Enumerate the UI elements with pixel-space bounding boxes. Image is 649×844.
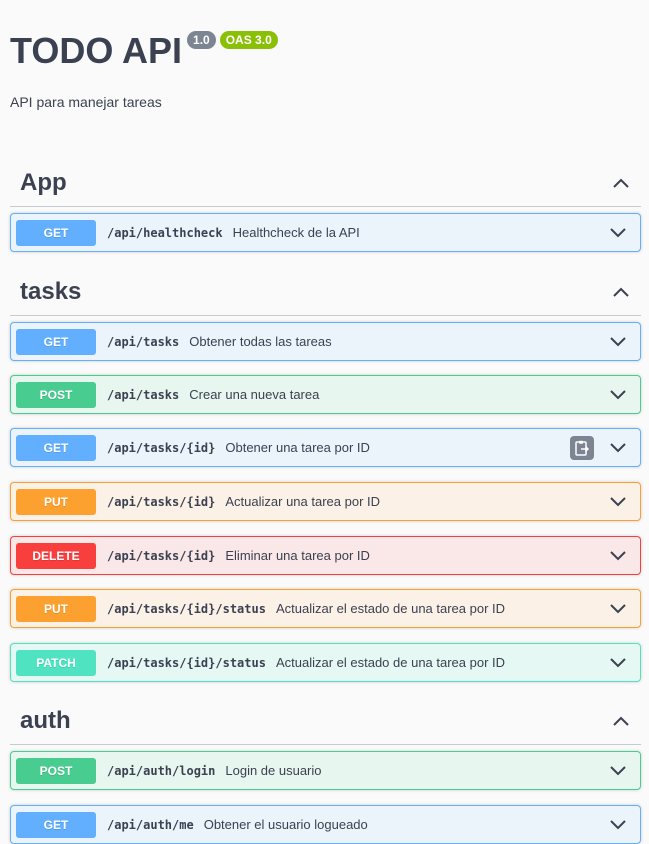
method-badge: POST xyxy=(16,381,96,408)
operation-summary: Login de usuario xyxy=(225,763,322,778)
chevron-down-icon[interactable] xyxy=(608,546,628,566)
operation-post-auth-login[interactable]: POST /api/auth/login Login de usuario xyxy=(10,751,641,790)
operation-path: /api/tasks/{id}/status xyxy=(107,655,266,670)
tag-section-app: App GET /api/healthcheck Healthcheck de … xyxy=(10,159,641,252)
copy-to-clipboard-icon[interactable] xyxy=(570,435,594,460)
version-badge: 1.0 xyxy=(187,31,216,49)
tag-header-app[interactable]: App xyxy=(10,159,641,207)
chevron-down-icon[interactable] xyxy=(608,653,628,673)
operation-path: /api/tasks/{id}/status xyxy=(107,601,266,616)
chevron-down-icon[interactable] xyxy=(608,599,628,619)
api-description: API para manejar tareas xyxy=(10,94,162,110)
operation-get-task-by-id[interactable]: GET /api/tasks/{id} Obtener una tarea po… xyxy=(10,428,641,467)
operation-put-task-by-id[interactable]: PUT /api/tasks/{id} Actualizar una tarea… xyxy=(10,482,641,521)
chevron-down-icon[interactable] xyxy=(608,385,628,405)
method-badge: PUT xyxy=(16,595,96,622)
chevron-up-icon[interactable] xyxy=(611,173,631,193)
operation-path: /api/auth/login xyxy=(107,763,216,778)
oas-version-badge: OAS 3.0 xyxy=(219,31,278,49)
method-badge: GET xyxy=(16,811,96,838)
operation-path: /api/tasks/{id} xyxy=(107,548,216,563)
operation-summary: Obtener una tarea por ID xyxy=(225,440,370,455)
tag-title: App xyxy=(20,168,67,196)
chevron-down-icon[interactable] xyxy=(608,492,628,512)
operation-path: /api/tasks/{id} xyxy=(107,440,216,455)
method-badge: PUT xyxy=(16,488,96,515)
operation-path: /api/tasks xyxy=(107,387,180,402)
operation-summary: Obtener el usuario logueado xyxy=(203,817,368,832)
operation-summary: Actualizar una tarea por ID xyxy=(225,494,381,509)
chevron-down-icon[interactable] xyxy=(608,223,628,243)
method-badge: DELETE xyxy=(16,542,96,569)
operation-summary: Actualizar el estado de una tarea por ID xyxy=(275,601,506,616)
operation-path: /api/tasks/{id} xyxy=(107,494,216,509)
api-info: TODO API 1.0 OAS 3.0 API para manejar ta… xyxy=(0,0,649,110)
method-badge: POST xyxy=(16,757,96,784)
chevron-down-icon[interactable] xyxy=(608,815,628,835)
operation-post-tasks[interactable]: POST /api/tasks Crear una nueva tarea xyxy=(10,375,641,414)
tag-title: auth xyxy=(20,706,71,734)
method-badge: GET xyxy=(16,434,96,461)
tag-header-tasks[interactable]: tasks xyxy=(10,268,641,316)
operation-path: /api/auth/me xyxy=(107,817,194,832)
operation-get-tasks[interactable]: GET /api/tasks Obtener todas las tareas xyxy=(10,322,641,361)
operation-delete-task-by-id[interactable]: DELETE /api/tasks/{id} Eliminar una tare… xyxy=(10,536,641,575)
operation-path: /api/healthcheck xyxy=(107,225,223,240)
tag-section-tasks: tasks GET /api/tasks Obtener todas las t… xyxy=(10,268,641,682)
title-row: TODO API 1.0 OAS 3.0 xyxy=(10,30,639,72)
chevron-down-icon[interactable] xyxy=(608,438,628,458)
chevron-up-icon[interactable] xyxy=(611,711,631,731)
method-badge: GET xyxy=(16,328,96,355)
method-badge: GET xyxy=(16,219,96,246)
operation-get-auth-me[interactable]: GET /api/auth/me Obtener el usuario logu… xyxy=(10,805,641,844)
operation-put-task-status[interactable]: PUT /api/tasks/{id}/status Actualizar el… xyxy=(10,589,641,628)
api-title: TODO API xyxy=(10,30,183,71)
tag-section-auth: auth POST /api/auth/login Login de usuar… xyxy=(10,697,641,844)
chevron-down-icon[interactable] xyxy=(608,332,628,352)
operation-summary: Obtener todas las tareas xyxy=(189,334,332,349)
chevron-down-icon[interactable] xyxy=(608,761,628,781)
tag-header-auth[interactable]: auth xyxy=(10,697,641,745)
operation-summary: Crear una nueva tarea xyxy=(189,387,320,402)
operation-summary: Actualizar el estado de una tarea por ID xyxy=(275,655,506,670)
operation-get-healthcheck[interactable]: GET /api/healthcheck Healthcheck de la A… xyxy=(10,213,641,252)
operation-summary: Eliminar una tarea por ID xyxy=(225,548,370,563)
method-badge: PATCH xyxy=(16,649,96,676)
chevron-up-icon[interactable] xyxy=(611,282,631,302)
operation-summary: Healthcheck de la API xyxy=(232,225,360,240)
operation-patch-task-status[interactable]: PATCH /api/tasks/{id}/status Actualizar … xyxy=(10,643,641,682)
tag-title: tasks xyxy=(20,277,82,305)
operation-path: /api/tasks xyxy=(107,334,180,349)
